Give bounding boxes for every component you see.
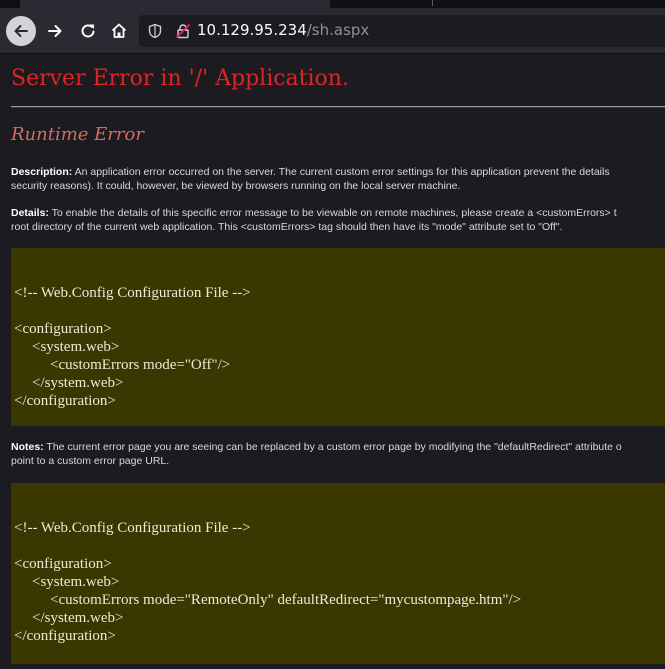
tab-separator [432,0,433,6]
code-custom-errors: <customErrors mode="RemoteOnly" defaultR… [50,592,522,608]
description-text-line2: security reasons). It could, however, be… [11,180,461,192]
notes-label: Notes: [11,441,44,453]
reload-button[interactable] [73,16,103,46]
page-title: Server Error in '/' Application. [11,66,349,91]
home-button[interactable] [104,16,134,46]
description-text-line1: An application error occurred on the ser… [72,166,610,178]
config-code-block-1: <!-- Web.Config Configuration File --> <… [11,248,665,426]
url-host: 10.129.95.234 [197,21,307,39]
back-button[interactable] [6,16,36,46]
code-close-system-web: </system.web> [32,375,124,391]
home-icon [111,23,127,38]
url-text[interactable]: 10.129.95.234/sh.aspx [197,21,369,39]
forward-button[interactable] [40,16,70,46]
notes-paragraph: Notes: The current error page you are se… [11,440,665,468]
shield-icon[interactable] [147,23,163,43]
tab-strip [0,0,665,8]
divider [11,106,665,108]
description-paragraph: Description: An application error occurr… [11,165,665,193]
code-comment: <!-- Web.Config Configuration File --> [14,285,251,301]
code-close-configuration: </configuration> [14,393,116,409]
url-path: /sh.aspx [306,21,370,39]
notes-text-line1: The current error page you are seeing ca… [43,441,622,453]
code-close-configuration: </configuration> [14,628,116,644]
page-content: Server Error in '/' Application. Runtime… [0,54,665,669]
details-text-line2: root directory of the current web applic… [11,221,563,233]
details-paragraph: Details: To enable the details of this s… [11,206,665,234]
description-label: Description: [11,166,73,178]
error-subtitle: Runtime Error [11,124,144,145]
code-open-system-web: <system.web> [32,574,120,590]
code-close-system-web: </system.web> [32,610,124,626]
insecure-lock-icon[interactable] [175,23,191,43]
code-custom-errors: <customErrors mode="Off"/> [50,357,231,373]
reload-icon [81,24,95,38]
config-code-block-2: <!-- Web.Config Configuration File --> <… [11,483,665,664]
code-comment: <!-- Web.Config Configuration File --> [14,520,251,536]
code-open-configuration: <configuration> [14,321,112,337]
code-open-configuration: <configuration> [14,556,112,572]
arrow-left-icon [14,25,28,37]
address-bar[interactable]: 10.129.95.234/sh.aspx [139,15,665,47]
details-label: Details: [11,207,49,219]
details-text-line1: To enable the details of this specific e… [48,207,617,219]
arrow-right-icon [48,25,62,37]
active-tab[interactable] [20,0,330,8]
code-open-system-web: <system.web> [32,339,120,355]
browser-toolbar: 10.129.95.234/sh.aspx [0,8,665,54]
notes-text-line2: point to a custom error page URL. [11,455,170,467]
